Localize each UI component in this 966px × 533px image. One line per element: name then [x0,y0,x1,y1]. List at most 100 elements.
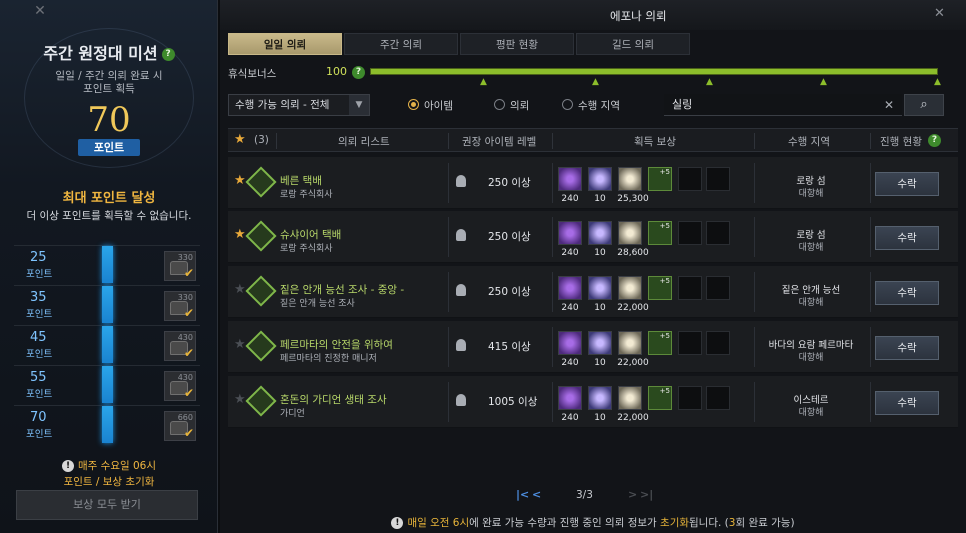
quest-giver: 로랑 주식회사 [280,244,333,254]
quest-region-sub: 대항해 [798,243,824,253]
table-row: ★ 베른 택배 로랑 주식회사 250 이상 240 10 25,300 로랑 … [228,157,958,209]
star-icon[interactable]: ★ [234,132,246,147]
title-bar: 에포나 의뢰 ✕ [220,0,966,30]
last-page-icon[interactable]: >| [640,488,653,501]
quest-name[interactable]: 짙은 안개 능선 조사 - 중앙 - [280,282,404,297]
points-value: 70 [87,100,131,140]
reward-item-icon[interactable] [558,221,582,245]
empty-slot [706,276,730,300]
header-list: 의뢰 리스트 [338,136,390,148]
search-input[interactable]: 실링 ✕ [664,94,902,116]
empty-slot [706,221,730,245]
quest-icon [245,166,277,198]
reward-silver-icon[interactable] [618,167,642,191]
help-icon[interactable]: ? [352,66,365,79]
reward-silver-icon[interactable] [618,386,642,410]
search-button[interactable]: ⌕ [904,94,944,116]
help-icon[interactable]: ? [928,134,941,147]
reward-gem-icon[interactable] [588,167,612,191]
reward-potion-icon[interactable] [648,331,672,355]
reward-potion-icon[interactable] [648,167,672,191]
chest-icon[interactable]: 330 ✔ [164,251,196,281]
quest-level: 415 이상 [488,341,531,353]
radio-item[interactable]: 아이템 [408,98,453,113]
tab-reputation[interactable]: 평판 현황 [460,33,574,55]
chest-icon[interactable]: 430 ✔ [164,331,196,361]
title-text: 주간 원정대 미션 [43,44,158,63]
tab-daily[interactable]: 일일 의뢰 [228,33,342,55]
reward-gem-icon[interactable] [588,331,612,355]
close-window-icon[interactable]: ✕ [934,6,945,21]
rest-bonus-bar [370,68,938,75]
reward-amount: 10 [594,413,606,423]
header-region: 수행 지역 [788,136,830,148]
quest-giver: 페르마타의 진정한 매니저 [280,354,377,364]
radio-quest[interactable]: 의뢰 [494,98,529,113]
reward-silver-icon[interactable] [618,221,642,245]
star-icon[interactable]: ★ [234,227,246,242]
chest-icon[interactable]: 430 ✔ [164,371,196,401]
accept-button[interactable]: 수락 [875,226,939,250]
quest-giver: 가디언 [280,409,305,419]
first-page-icon[interactable]: |< [516,488,529,501]
quest-icon [245,330,277,362]
rest-bonus-label: 휴식보너스 [228,68,277,80]
reward-potion-icon[interactable] [648,221,672,245]
accept-button[interactable]: 수락 [875,336,939,360]
reward-item-icon[interactable] [558,386,582,410]
star-icon[interactable]: ★ [234,282,246,297]
prev-page-icon[interactable]: < [532,488,541,501]
help-icon[interactable]: ? [161,48,175,61]
quest-name[interactable]: 페르마타의 안전을 위하여 [280,337,393,352]
info-icon: ! [391,517,404,529]
reward-amount: 240 [561,248,579,258]
tier-progress-bar [102,286,113,323]
chest-icon[interactable]: 330 ✔ [164,291,196,321]
chevron-down-icon[interactable]: ▼ [349,95,369,115]
star-icon[interactable]: ★ [234,337,246,352]
quest-region: 바다의 요람 페르마타 [768,340,854,351]
reward-gem-icon[interactable] [588,386,612,410]
tab-weekly[interactable]: 주간 의뢰 [344,33,458,55]
accept-button[interactable]: 수락 [875,391,939,415]
clear-icon[interactable]: ✕ [884,94,894,116]
reward-gem-icon[interactable] [588,221,612,245]
helmet-icon [456,175,466,187]
reset-notice-line1: ! 매주 수요일 06시 [0,458,218,473]
reward-silver-icon[interactable] [618,276,642,300]
tier-points: 25 [30,250,47,265]
radio-region[interactable]: 수행 지역 [562,98,620,113]
quest-region-sub: 대항해 [798,408,824,418]
reward-silver-icon[interactable] [618,331,642,355]
quest-level: 250 이상 [488,286,531,298]
reward-amount: 22,000 [617,303,649,313]
empty-slot [678,167,702,191]
reward-potion-icon[interactable] [648,386,672,410]
quest-name[interactable]: 혼돈의 가디언 생태 조사 [280,392,387,407]
rest-bonus-row: 휴식보너스 100 ? ▲ ▲ ▲ ▲ ▲ [228,62,958,87]
tier-label: 포인트 [26,269,53,280]
quest-name[interactable]: 베른 택배 [280,173,322,188]
reward-item-icon[interactable] [558,167,582,191]
quest-level: 1005 이상 [488,396,538,408]
filter-row: 수행 가능 의뢰 - 전체 ▼ 아이템 의뢰 수행 지역 실링 ✕ ⌕ [228,94,958,116]
accept-button[interactable]: 수락 [875,172,939,196]
max-points-title: 최대 포인트 달성 [62,191,156,206]
quest-filter-select[interactable]: 수행 가능 의뢰 - 전체 ▼ [228,94,370,116]
next-page-icon[interactable]: > [628,488,637,501]
tab-guild[interactable]: 길드 의뢰 [576,33,690,55]
close-icon[interactable]: ✕ [32,3,48,19]
claim-all-button[interactable]: 보상 모두 받기 [16,490,198,520]
reward-potion-icon[interactable] [648,276,672,300]
reward-item-icon[interactable] [558,331,582,355]
star-icon[interactable]: ★ [234,173,246,188]
search-icon: ⌕ [920,97,928,112]
quest-name[interactable]: 슈샤이어 택배 [280,227,341,242]
star-icon[interactable]: ★ [234,392,246,407]
chest-icon[interactable]: 660 ✔ [164,411,196,441]
reward-gem-icon[interactable] [588,276,612,300]
accept-button[interactable]: 수락 [875,281,939,305]
helmet-icon [456,394,466,406]
table-row: ★ 짙은 안개 능선 조사 - 중앙 - 짙은 안개 능선 조사 250 이상 … [228,266,958,318]
reward-item-icon[interactable] [558,276,582,300]
